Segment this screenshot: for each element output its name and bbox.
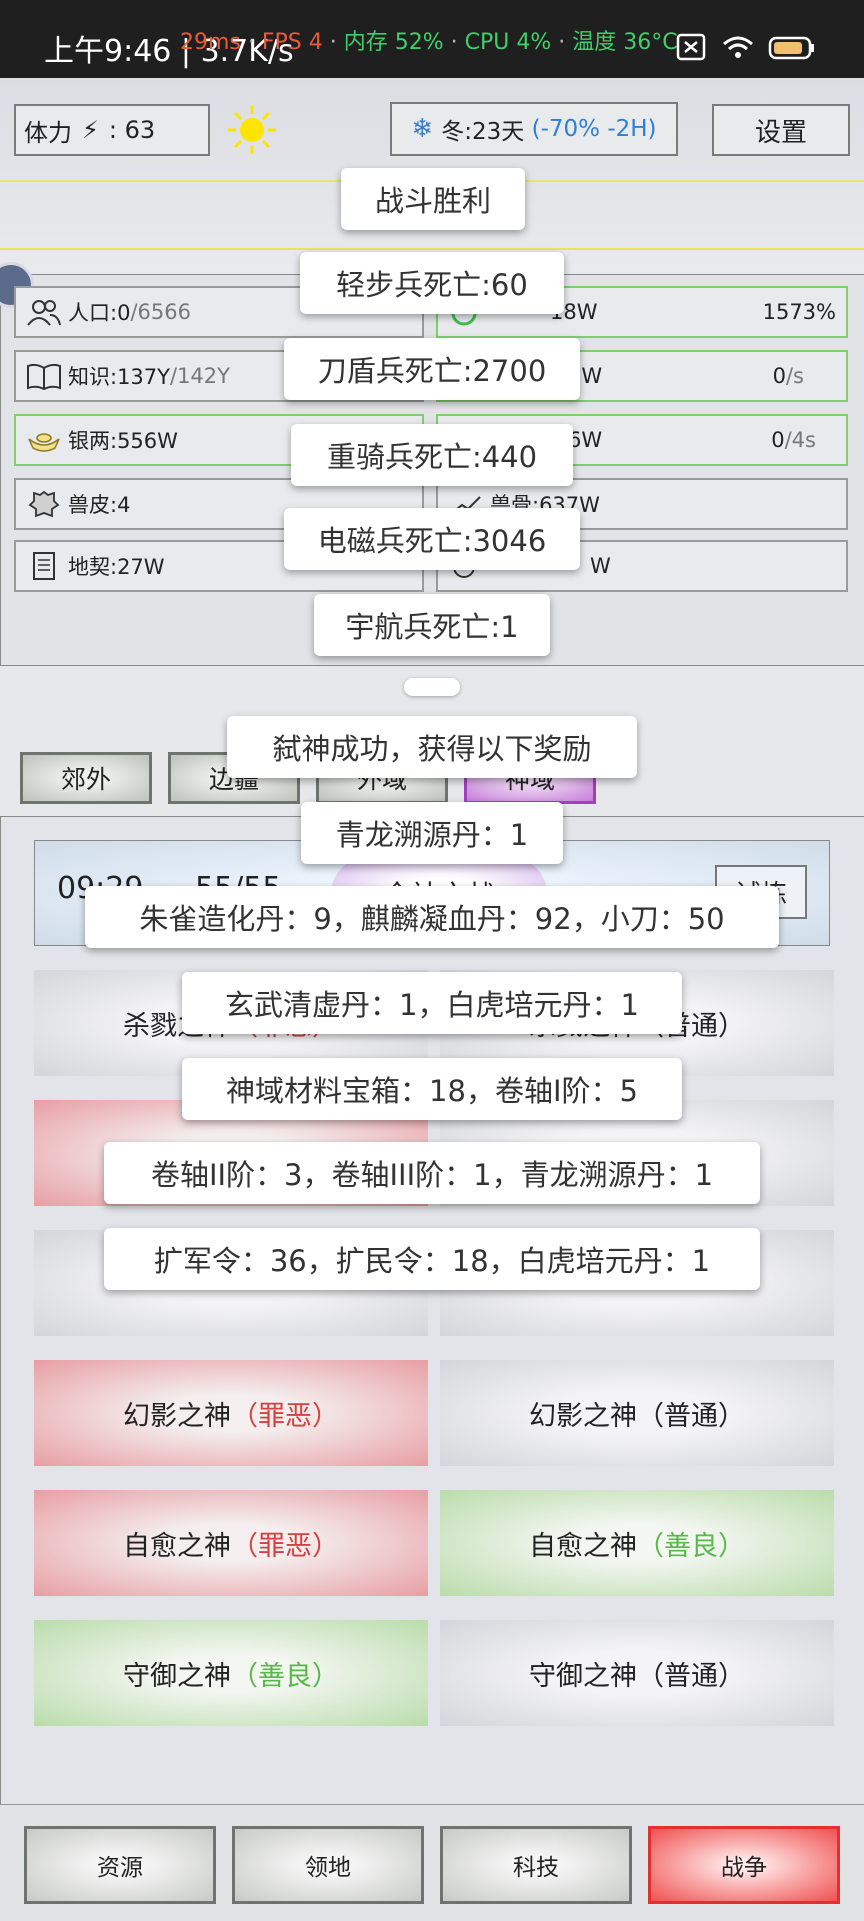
divider-line bbox=[0, 248, 864, 250]
scroll-deed-icon bbox=[33, 552, 55, 580]
toast-casualty: 重骑兵死亡:440 bbox=[291, 424, 573, 486]
toast-casualty: 轻步兵死亡:60 bbox=[300, 252, 564, 314]
toast-reward: 卷轴II阶：3，卷轴III阶：1，青龙溯源丹：1 bbox=[104, 1142, 760, 1204]
battery-icon bbox=[768, 36, 814, 60]
snowflake-icon: ❄ bbox=[411, 114, 434, 144]
toast-casualty: 宇航兵死亡:1 bbox=[314, 594, 550, 656]
nav-tech-button[interactable]: 科技 bbox=[440, 1826, 632, 1904]
god-card-left[interactable]: 守御之神 （善良） bbox=[34, 1620, 428, 1726]
god-card-right[interactable]: 幻影之神 （普通） bbox=[440, 1360, 834, 1466]
tab-outskirts[interactable]: 郊外 bbox=[20, 752, 152, 804]
ping-text: 29ms bbox=[180, 30, 241, 55]
cpu-text: CPU 4% bbox=[464, 30, 552, 55]
toast-reward: 玄武清虚丹：1，白虎培元丹：1 bbox=[182, 972, 682, 1034]
wifi-icon bbox=[723, 36, 753, 58]
god-card-left[interactable]: 幻影之神 （罪恶） bbox=[34, 1360, 428, 1466]
god-card-right[interactable]: 守御之神 （普通） bbox=[440, 1620, 834, 1726]
toast-reward: 扩军令：36，扩民令：18，白虎培元丹：1 bbox=[104, 1228, 760, 1290]
settings-button[interactable]: 设置 bbox=[712, 104, 850, 156]
nav-resources-button[interactable]: 资源 bbox=[24, 1826, 216, 1904]
stamina-value: 63 bbox=[124, 116, 156, 144]
toast-casualty: 刀盾兵死亡:2700 bbox=[284, 338, 580, 400]
toast-reward: 朱雀造化丹：9，麒麟凝血丹：92，小刀：50 bbox=[85, 886, 779, 948]
season-effect: (-70% -2H) bbox=[531, 116, 657, 142]
lightning-icon: ⚡ bbox=[82, 116, 99, 144]
nav-war-button[interactable]: 战争 bbox=[648, 1826, 840, 1904]
god-card-right[interactable]: 自愈之神 （善良） bbox=[440, 1490, 834, 1596]
toast-victory: 战斗胜利 bbox=[341, 168, 525, 230]
fps-text: FPS 4 bbox=[261, 30, 323, 55]
sun-icon bbox=[228, 106, 276, 154]
temp-text: 温度 36°C bbox=[572, 30, 678, 55]
toast-reward: 神域材料宝箱：18，卷轴I阶：5 bbox=[182, 1058, 682, 1120]
status-icons bbox=[676, 33, 814, 61]
stamina-label: 体力 bbox=[24, 118, 72, 147]
status-metrics: 29ms · FPS 4 · 内存 52% · CPU 4% · 温度 36°C bbox=[180, 30, 678, 55]
collapse-handle[interactable] bbox=[404, 678, 460, 696]
book-icon bbox=[27, 363, 61, 391]
god-card-left[interactable]: 自愈之神 （罪恶） bbox=[34, 1490, 428, 1596]
nav-territory-button[interactable]: 领地 bbox=[232, 1826, 424, 1904]
season-text: 冬:23天 bbox=[441, 119, 525, 145]
animal-hide-icon bbox=[28, 490, 60, 518]
status-bar: 上午9:46 | 3.7K/s 29ms · FPS 4 · 内存 52% · … bbox=[0, 0, 864, 78]
toast-casualty: 电磁兵死亡:3046 bbox=[284, 508, 580, 570]
toast-god-slain: 弑神成功，获得以下奖励 bbox=[227, 716, 637, 778]
silver-ingot-icon bbox=[28, 433, 60, 452]
memory-text: 内存 52% bbox=[343, 30, 444, 55]
people-icon bbox=[27, 300, 61, 326]
stamina-display: 体力 ⚡ : 63 bbox=[14, 104, 210, 156]
toast-reward: 青龙溯源丹：1 bbox=[301, 802, 563, 864]
season-display: ❄ 冬:23天 (-70% -2H) bbox=[390, 102, 678, 156]
close-box-icon bbox=[676, 33, 706, 61]
